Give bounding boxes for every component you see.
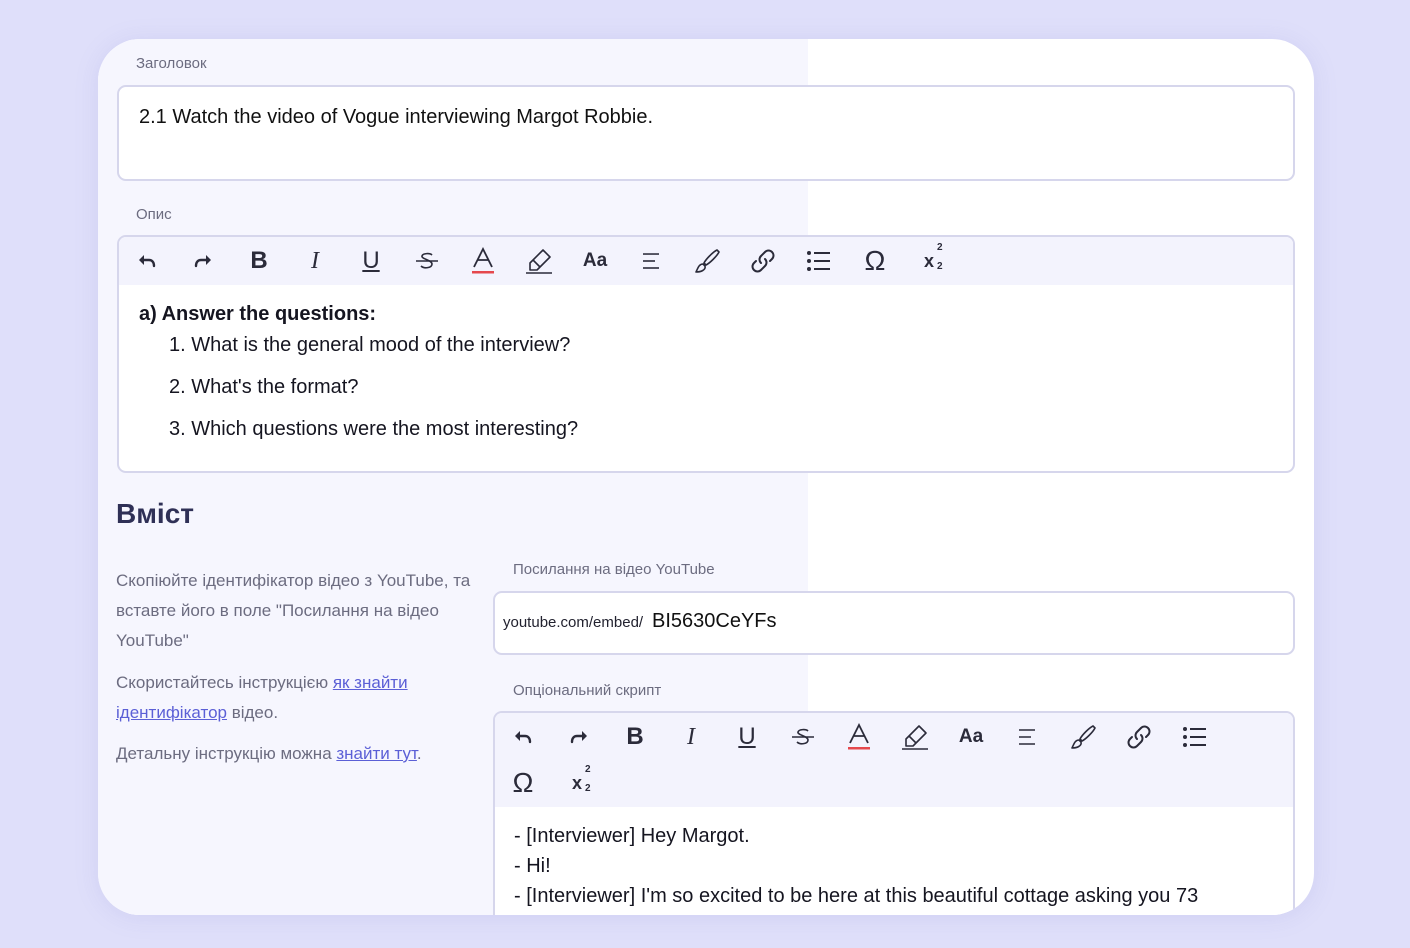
omega-icon[interactable]: Ω <box>503 763 543 803</box>
undo-icon[interactable] <box>127 241 167 281</box>
video-id-value: BI5630CeYFs <box>652 610 777 632</box>
brush-icon[interactable] <box>687 241 727 281</box>
redo-icon[interactable] <box>183 241 223 281</box>
undo-icon[interactable] <box>503 717 543 757</box>
section-heading: Вміст <box>116 498 194 529</box>
supsub-x: x <box>571 772 582 793</box>
supsub-x: x <box>923 250 934 271</box>
script-label: Опціональний скрипт <box>513 682 662 699</box>
sup-number: 2 <box>936 241 943 253</box>
highlight-icon[interactable] <box>895 717 935 757</box>
description-editor: B I U Aa Ω x 2 2 a) Answer the questions… <box>117 235 1295 473</box>
list-icon[interactable] <box>1175 717 1215 757</box>
link-icon[interactable] <box>1119 717 1159 757</box>
bold-icon[interactable]: B <box>239 241 279 281</box>
sub-number: 2 <box>936 260 943 272</box>
help-text-2: Скористайтесь інструкцією як знайти іден… <box>116 668 476 728</box>
help-3-prefix: Детальну інструкцію можна <box>116 744 337 763</box>
sub-number: 2 <box>584 782 591 794</box>
list-item: 1. What is the general mood of the inter… <box>169 334 571 356</box>
underline-icon[interactable]: U <box>727 717 767 757</box>
italic-icon[interactable]: I <box>295 241 335 281</box>
redo-icon[interactable] <box>559 717 599 757</box>
omega-icon[interactable]: Ω <box>855 241 895 281</box>
font-color-icon[interactable] <box>463 241 503 281</box>
help-text-1: Скопіюйте ідентифікатор відео з YouTube,… <box>116 571 471 650</box>
align-icon[interactable] <box>631 241 671 281</box>
title-value: 2.1 Watch the video of Vogue interviewin… <box>139 106 654 128</box>
help-3-suffix: . <box>416 744 422 763</box>
script-line[interactable]: - Hi! <box>514 855 551 878</box>
sup-number: 2 <box>584 763 591 775</box>
highlight-icon[interactable] <box>519 241 559 281</box>
help-2-suffix: відео. <box>226 703 279 722</box>
script-toolbar: B I U Aa Ω x 2 2 <box>495 713 1293 807</box>
brush-icon[interactable] <box>1063 717 1103 757</box>
title-label: Заголовок <box>136 55 207 72</box>
superscript-subscript-icon[interactable]: x 2 2 <box>909 241 949 281</box>
align-icon[interactable] <box>1007 717 1047 757</box>
help-text-3: Детальну інструкцію можна знайти тут. <box>116 739 476 769</box>
script-editor: B I U Aa Ω x 2 2 - [Interviewer] Hey Mar… <box>493 711 1295 915</box>
italic-icon[interactable]: I <box>671 717 711 757</box>
list-icon[interactable] <box>799 241 839 281</box>
form-card: Заголовок 2.1 Watch the video of Vogue i… <box>98 39 1314 915</box>
script-line[interactable]: - [Interviewer] Hey Margot. <box>514 825 750 848</box>
description-label: Опис <box>136 206 172 223</box>
font-size-icon[interactable]: Aa <box>951 717 991 757</box>
video-label: Посилання на відео YouTube <box>513 561 715 578</box>
description-toolbar: B I U Aa Ω x 2 2 <box>119 237 1293 285</box>
description-heading: a) Answer the questions: <box>139 303 377 325</box>
script-line[interactable]: - [Interviewer] I'm so excited to be her… <box>514 885 1198 908</box>
video-url-prefix: youtube.com/embed/ <box>503 614 644 631</box>
underline-icon[interactable]: U <box>351 241 391 281</box>
list-item: 2. What's the format? <box>169 376 359 398</box>
font-size-icon[interactable]: Aa <box>575 241 615 281</box>
help-2-prefix: Скористайтесь інструкцією <box>116 673 333 692</box>
title-input[interactable]: 2.1 Watch the video of Vogue interviewin… <box>117 85 1295 181</box>
font-color-icon[interactable] <box>839 717 879 757</box>
strikethrough-icon[interactable] <box>783 717 823 757</box>
bold-icon[interactable]: B <box>615 717 655 757</box>
superscript-subscript-icon[interactable]: x 2 2 <box>557 763 597 803</box>
strikethrough-icon[interactable] <box>407 241 447 281</box>
link-icon[interactable] <box>743 241 783 281</box>
video-url-input[interactable]: youtube.com/embed/ BI5630CeYFs <box>493 591 1295 655</box>
find-here-link[interactable]: знайти тут <box>336 744 417 763</box>
list-item: 3. Which questions were the most interes… <box>169 418 579 440</box>
